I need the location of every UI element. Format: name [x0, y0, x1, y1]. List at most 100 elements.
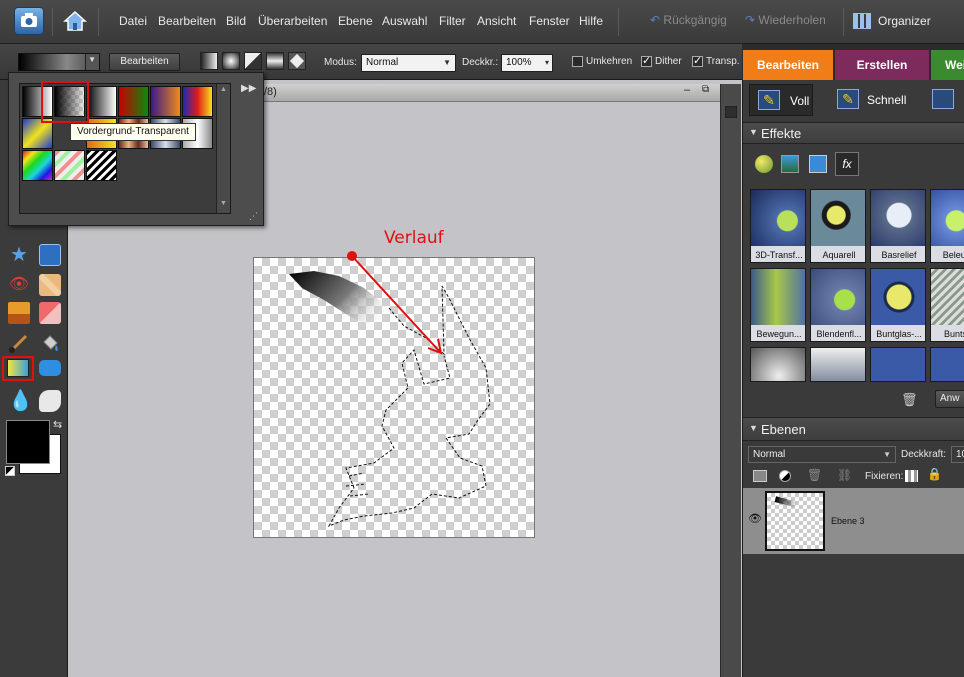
new-layer-icon[interactable]	[753, 470, 767, 482]
edit-quick-button[interactable]: ✎ Schnell	[831, 84, 911, 116]
effect-thumbnail[interactable]: Aquarell	[810, 189, 866, 263]
effect-thumbnail[interactable]	[930, 347, 964, 382]
effects-panel-header[interactable]: ▼ Effekte	[743, 122, 964, 144]
effect-thumbnail[interactable]: 3D-Transf...	[750, 189, 806, 263]
gradient-preview-dropdown[interactable]: ▼	[18, 53, 100, 71]
gradient-swatch-black-white-2[interactable]	[86, 86, 117, 117]
menu-datei[interactable]: Datei	[119, 14, 147, 28]
restore-icon[interactable]: ⧉	[702, 84, 709, 95]
resize-grip-icon[interactable]: ⋰	[249, 211, 258, 222]
eraser-icon[interactable]	[39, 302, 61, 324]
foreground-color-swatch[interactable]	[6, 420, 50, 464]
guided-edit-icon[interactable]	[932, 89, 954, 109]
layer-opacity-value: 10	[956, 449, 964, 460]
linear-gradient-icon[interactable]	[200, 52, 218, 70]
gradient-swatch-stripes[interactable]	[86, 150, 117, 181]
radial-gradient-icon[interactable]	[222, 52, 240, 70]
swap-colors-icon[interactable]: ⇆	[53, 418, 62, 431]
menu-bearbeiten[interactable]: Bearbeiten	[158, 14, 216, 28]
layer-row[interactable]: 👁 Ebene 3	[743, 488, 964, 554]
delete-layer-icon[interactable]: 🗑	[807, 468, 822, 482]
transparency-checkbox[interactable]	[692, 54, 703, 67]
redo-button[interactable]: ↷ Wiederholen	[745, 13, 840, 29]
lock-icon[interactable]: 🔒	[927, 467, 942, 481]
menu-fenster[interactable]: Fenster	[529, 14, 570, 28]
menu-auswahl[interactable]: Auswahl	[382, 14, 427, 28]
minimize-icon[interactable]: –	[684, 84, 690, 96]
visibility-eye-icon[interactable]: 👁	[748, 512, 762, 525]
edit-full-button[interactable]: ✎ Voll	[749, 84, 813, 116]
effect-name: Buntstif	[931, 325, 964, 341]
menu-hilfe[interactable]: Hilfe	[579, 14, 603, 28]
mode-select[interactable]: Normal ▼	[361, 54, 456, 72]
layer-styles-icon[interactable]	[781, 155, 799, 173]
effect-thumbnail[interactable]	[870, 347, 926, 382]
gradient-swatch-red-green[interactable]	[118, 86, 149, 117]
brush-icon[interactable]	[8, 332, 30, 354]
organizer-label: Organizer	[878, 14, 931, 28]
expand-arrows-icon[interactable]: ▶▶	[241, 83, 256, 94]
dither-checkbox[interactable]	[641, 54, 652, 67]
reverse-checkbox[interactable]	[572, 56, 583, 67]
effect-thumbnail[interactable]	[750, 347, 806, 382]
paint-bucket-icon[interactable]	[39, 332, 61, 354]
star-shape-icon[interactable]: ★	[8, 244, 30, 266]
gradient-swatch-blue-red-yellow[interactable]	[182, 86, 213, 117]
effect-thumbnail[interactable]: Buntglas-...	[870, 268, 926, 342]
effect-thumbnail[interactable]	[810, 347, 866, 382]
layer-blend-mode-select[interactable]: Normal ▼	[748, 446, 896, 463]
menu-ebene[interactable]: Ebene	[338, 14, 373, 28]
gradient-swatch-violet-orange[interactable]	[150, 86, 181, 117]
clone-stamp-icon[interactable]	[8, 302, 30, 324]
adjustment-layer-icon[interactable]	[779, 470, 791, 482]
trash-icon[interactable]: 🗑	[901, 392, 918, 408]
layers-title: Ebenen	[761, 422, 806, 437]
angle-gradient-icon[interactable]	[244, 52, 262, 70]
scroll-down-icon[interactable]: ▼	[220, 200, 227, 207]
healing-brush-icon[interactable]	[39, 274, 61, 296]
menu-ueberarbeiten[interactable]: Überarbeiten	[258, 14, 327, 28]
effect-thumbnail[interactable]: Buntstif	[930, 268, 964, 342]
camera-app-icon[interactable]	[14, 7, 44, 35]
rounded-rectangle-icon[interactable]	[39, 360, 61, 376]
reflected-gradient-icon[interactable]	[266, 52, 284, 70]
layers-panel-header[interactable]: ▼ Ebenen	[743, 417, 964, 441]
layer-opacity-input[interactable]: 10	[951, 446, 964, 463]
effect-thumbnail[interactable]: Blendenfl...	[810, 268, 866, 342]
filters-category-icon[interactable]	[755, 155, 773, 173]
scroll-up-icon[interactable]: ▲	[220, 86, 227, 93]
recompose-icon[interactable]	[39, 244, 61, 266]
red-eye-icon[interactable]: 👁	[8, 274, 30, 296]
picker-scrollbar[interactable]: ▲ ▼	[216, 84, 230, 213]
photo-effects-icon[interactable]	[809, 155, 827, 173]
gradient-tool-icon[interactable]	[7, 359, 29, 377]
opacity-input[interactable]: 100% ▾	[501, 54, 553, 72]
home-icon[interactable]	[62, 8, 88, 34]
apply-effect-button[interactable]: Anw	[935, 390, 964, 408]
tab-weitergeben[interactable]: Wei	[931, 50, 964, 80]
menu-ansicht[interactable]: Ansicht	[477, 14, 516, 28]
sponge-icon[interactable]	[39, 390, 61, 412]
all-effects-icon[interactable]: fx	[835, 152, 859, 176]
gradient-edit-button[interactable]: Bearbeiten	[109, 53, 180, 71]
effect-thumbnail[interactable]: Basrelief	[870, 189, 926, 263]
undo-button[interactable]: ↶ Rückgängig	[650, 13, 742, 29]
diamond-gradient-icon[interactable]	[288, 52, 306, 70]
gradient-swatch-transparent-rainbow[interactable]	[54, 150, 85, 181]
effect-thumbnail[interactable]: Beleuch	[930, 189, 964, 263]
scroll-up-icon[interactable]	[725, 106, 737, 118]
organizer-button[interactable]: Organizer	[853, 11, 958, 33]
tab-bearbeiten[interactable]: Bearbeiten	[743, 50, 833, 80]
apple-preview-image	[871, 269, 925, 325]
lock-transparent-icon[interactable]	[905, 470, 918, 482]
effect-thumbnail[interactable]: Bewegun...	[750, 268, 806, 342]
vertical-scrollbar[interactable]	[720, 84, 741, 677]
gradient-swatch-spectrum[interactable]	[22, 150, 53, 181]
menu-bild[interactable]: Bild	[226, 14, 246, 28]
default-colors-icon[interactable]	[5, 466, 15, 476]
link-layer-icon[interactable]: ⛓	[837, 468, 852, 482]
tab-erstellen[interactable]: Erstellen	[835, 50, 929, 80]
blur-drop-icon[interactable]: 💧	[8, 390, 33, 412]
menu-filter[interactable]: Filter	[439, 14, 466, 28]
apple-preview-image	[811, 269, 865, 325]
